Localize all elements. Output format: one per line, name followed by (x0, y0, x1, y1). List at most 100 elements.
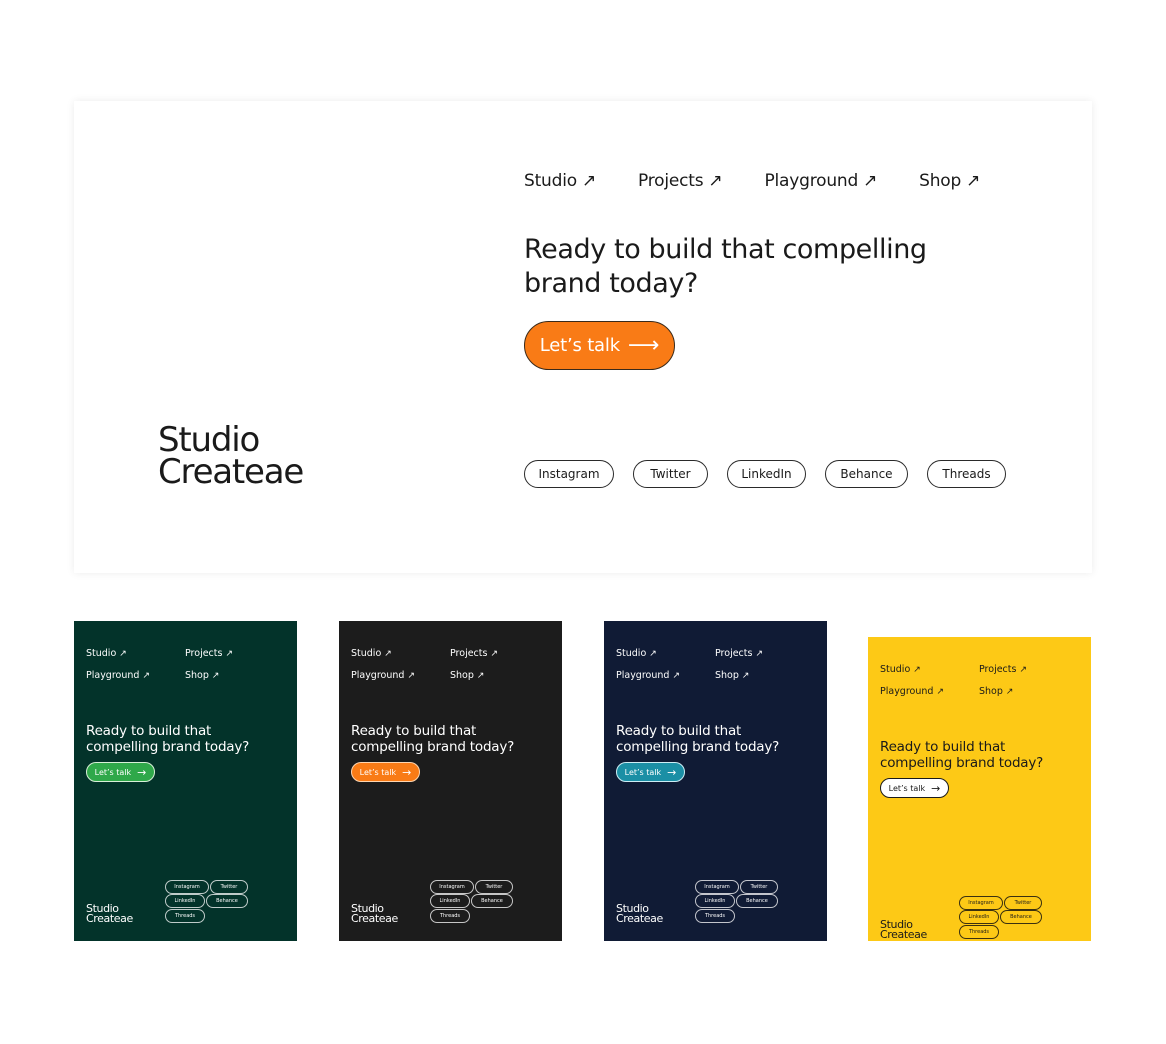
nav-link-shop[interactable]: Shop ↗ (185, 669, 284, 683)
nav-link-label: Studio (880, 664, 911, 675)
arrow-right-icon: → (137, 765, 147, 779)
nav-link-playground[interactable]: Playground ↗ (616, 669, 715, 683)
nav-link-playground[interactable]: Playground ↗ (880, 685, 979, 699)
arrow-right-icon: → (667, 765, 677, 779)
arrow-up-right-icon: ↗ (142, 671, 150, 681)
nav-link-projects[interactable]: Projects ↗ (638, 171, 723, 191)
nav-link-label: Projects (185, 648, 223, 659)
nav-link-playground[interactable]: Playground ↗ (764, 171, 877, 191)
arrow-right-icon: → (402, 765, 412, 779)
nav-link-projects[interactable]: Projects ↗ (979, 663, 1078, 677)
social-instagram[interactable]: Instagram (430, 880, 474, 894)
nav-link-label: Projects (638, 171, 704, 191)
arrow-right-icon: → (931, 781, 941, 795)
arrow-right-icon: ⟶ (627, 332, 660, 358)
arrow-up-right-icon: ↗ (741, 671, 750, 681)
nav-link-shop[interactable]: Shop ↗ (919, 171, 980, 191)
lets-talk-button[interactable]: Let’s talk → (351, 762, 420, 782)
nav-link-label: Shop (979, 686, 1003, 697)
nav-link-label: Studio (351, 648, 382, 659)
nav-link-studio[interactable]: Studio ↗ (86, 647, 185, 661)
social-behance[interactable]: Behance (206, 894, 248, 908)
nav-link-shop[interactable]: Shop ↗ (715, 669, 814, 683)
nav-link-label: Shop (185, 670, 209, 681)
lets-talk-button[interactable]: Let’s talk → (86, 762, 155, 782)
logo-line-2: Createae (351, 912, 398, 925)
nav-link-label: Projects (450, 648, 488, 659)
social-twitter[interactable]: Twitter (740, 880, 778, 894)
lets-talk-button[interactable]: Let’s talk ⟶ (524, 321, 675, 370)
nav-link-studio[interactable]: Studio ↗ (616, 647, 715, 661)
social-instagram[interactable]: Instagram (165, 880, 209, 894)
nav-link-label: Playground (86, 670, 140, 681)
cta-label: Let’s talk (624, 767, 662, 777)
hero-card: Studio ↗ Projects ↗ Playground ↗ Shop ↗ Read… (74, 101, 1092, 573)
headline: Ready to build that compelling brand tod… (351, 723, 515, 755)
social-linkedin[interactable]: LinkedIn (165, 894, 205, 908)
social-linkedin[interactable]: LinkedIn (430, 894, 470, 908)
nav-link-shop[interactable]: Shop ↗ (450, 669, 549, 683)
arrow-up-right-icon: ↗ (966, 171, 981, 191)
lets-talk-button[interactable]: Let’s talk → (616, 762, 685, 782)
nav-link-label: Shop (450, 670, 474, 681)
arrow-up-right-icon: ↗ (755, 649, 763, 659)
social-links: Instagram Twitter LinkedIn Behance Threa… (524, 460, 1006, 488)
nav-link-studio[interactable]: Studio ↗ (880, 663, 979, 677)
nav-link-playground[interactable]: Playground ↗ (351, 669, 450, 683)
social-linkedin[interactable]: LinkedIn (695, 894, 735, 908)
card-nav: Studio ↗ Projects ↗ Playground ↗ Shop ↗ (351, 647, 551, 683)
card-nav: Studio ↗ Projects ↗ Playground ↗ Shop ↗ (880, 663, 1080, 699)
social-threads[interactable]: Threads (927, 460, 1006, 488)
social-threads[interactable]: Threads (695, 909, 735, 923)
variant-card-black: Studio ↗ Projects ↗ Playground ↗ Shop ↗ Read… (339, 621, 562, 941)
social-behance[interactable]: Behance (825, 460, 908, 488)
nav-link-projects[interactable]: Projects ↗ (450, 647, 549, 661)
arrow-up-right-icon: ↗ (863, 171, 878, 191)
social-twitter[interactable]: Twitter (633, 460, 708, 488)
logo-line-2: Createae (616, 912, 663, 925)
social-linkedin[interactable]: LinkedIn (727, 460, 806, 488)
social-twitter[interactable]: Twitter (475, 880, 513, 894)
arrow-up-right-icon: ↗ (936, 687, 944, 697)
social-threads[interactable]: Threads (959, 925, 999, 939)
nav-link-label: Studio (86, 648, 117, 659)
arrow-up-right-icon: ↗ (211, 671, 220, 681)
nav-link-label: Playground (764, 171, 859, 191)
variant-card-yellow: Studio ↗ Projects ↗ Playground ↗ Shop ↗ Read… (868, 637, 1091, 941)
lets-talk-button[interactable]: Let’s talk → (880, 778, 949, 798)
cta-label: Let’s talk (539, 335, 620, 356)
social-behance[interactable]: Behance (1000, 910, 1042, 924)
social-threads[interactable]: Threads (430, 909, 470, 923)
logo: Studio Createae (158, 423, 304, 489)
social-behance[interactable]: Behance (471, 894, 513, 908)
social-instagram[interactable]: Instagram (959, 896, 1003, 910)
social-behance[interactable]: Behance (736, 894, 778, 908)
arrow-up-right-icon: ↗ (1019, 665, 1027, 675)
social-instagram[interactable]: Instagram (524, 460, 614, 488)
variant-card-green: Studio ↗ Projects ↗ Playground ↗ Shop ↗ Read… (74, 621, 297, 941)
nav-link-projects[interactable]: Projects ↗ (185, 647, 284, 661)
logo: Studio Createae (351, 903, 398, 925)
logo: Studio Createae (616, 903, 663, 925)
nav-link-label: Playground (880, 686, 934, 697)
main-nav: Studio ↗ Projects ↗ Playground ↗ Shop ↗ (524, 171, 980, 191)
social-twitter[interactable]: Twitter (210, 880, 248, 894)
cta-label: Let’s talk (359, 767, 397, 777)
nav-link-playground[interactable]: Playground ↗ (86, 669, 185, 683)
nav-link-studio[interactable]: Studio ↗ (351, 647, 450, 661)
headline: Ready to build that compelling brand tod… (616, 723, 780, 755)
logo: Studio Createae (86, 903, 133, 924)
social-linkedin[interactable]: LinkedIn (959, 910, 999, 924)
social-instagram[interactable]: Instagram (695, 880, 739, 894)
social-threads[interactable]: Threads (165, 909, 205, 923)
arrow-up-right-icon: ↗ (490, 649, 498, 659)
arrow-up-right-icon: ↗ (581, 171, 596, 191)
nav-link-studio[interactable]: Studio ↗ (524, 171, 596, 191)
nav-link-projects[interactable]: Projects ↗ (715, 647, 814, 661)
logo: Studio Createae (880, 919, 927, 941)
nav-link-shop[interactable]: Shop ↗ (979, 685, 1078, 699)
social-twitter[interactable]: Twitter (1004, 896, 1042, 910)
nav-link-label: Projects (715, 648, 753, 659)
logo-line-2: Createae (880, 928, 927, 941)
variant-card-navy: Studio ↗ Projects ↗ Playground ↗ Shop ↗ Read… (604, 621, 827, 941)
